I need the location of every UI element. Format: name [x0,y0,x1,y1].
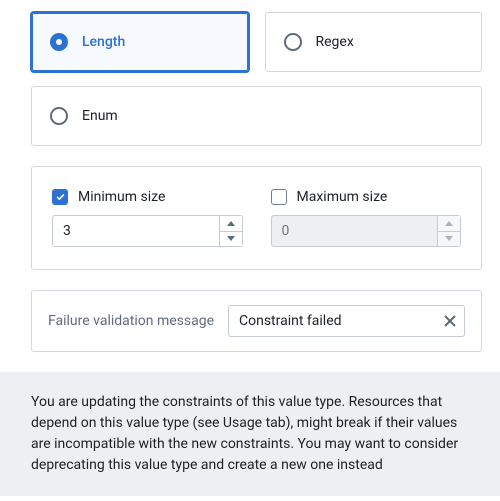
constraint-type-length-option[interactable]: Length [31,12,249,72]
minimum-size-label: Minimum size [78,189,165,205]
maximum-size-stepper [271,215,462,247]
radio-label: Length [82,34,125,50]
maximum-size-input [271,215,438,247]
close-icon [444,315,456,327]
radio-checked-icon [50,33,68,51]
length-config-panel: Minimum size M [31,166,482,270]
chevron-up-icon [445,221,453,226]
radio-label: Regex [316,34,354,50]
minimum-size-input[interactable] [52,215,219,247]
warning-text: You are updating the constraints of this… [31,394,458,473]
minimum-size-decrement-button[interactable] [220,232,242,247]
clear-failure-message-button[interactable] [441,312,459,330]
maximum-size-increment-button [438,216,460,232]
minimum-size-increment-button[interactable] [220,216,242,232]
chevron-up-icon [227,221,235,226]
radio-unchecked-icon [50,107,68,125]
maximum-size-checkbox[interactable] [271,189,287,205]
failure-message-label: Failure validation message [48,313,214,329]
radio-label: Enum [82,108,118,124]
maximum-size-decrement-button [438,232,460,247]
constraint-type-enum-option[interactable]: Enum [31,86,482,146]
failure-message-panel: Failure validation message [31,290,482,352]
constraint-type-regex-option[interactable]: Regex [265,12,483,72]
warning-banner: You are updating the constraints of this… [0,372,500,496]
check-icon [55,192,66,203]
chevron-down-icon [445,236,453,241]
failure-message-input[interactable] [228,305,465,337]
chevron-down-icon [227,236,235,241]
minimum-size-stepper [52,215,243,247]
minimum-size-checkbox[interactable] [52,189,68,205]
radio-unchecked-icon [284,33,302,51]
maximum-size-label: Maximum size [297,189,388,205]
